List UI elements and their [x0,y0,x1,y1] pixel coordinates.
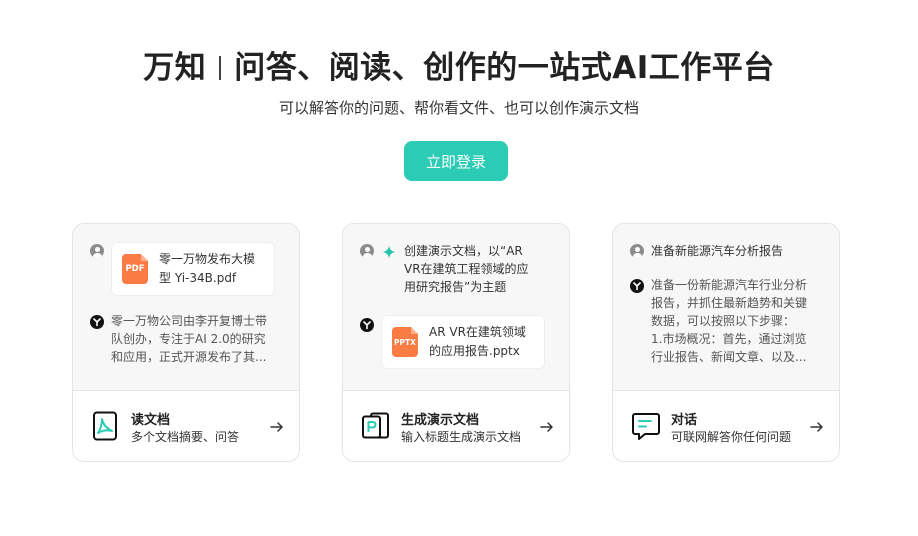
card-description: 输入标题生成演示文档 [401,430,522,444]
file-name-line2: 型 Yi-34B.pdf [159,271,237,285]
card-footer: 对话 可联网解答你任何问题 [613,390,839,461]
assistant-reply-line4: 1.市场概况：首先，通过浏览 [651,332,807,346]
card-description: 多个文档摘要、问答 [131,430,240,444]
chat-icon [632,413,660,440]
assistant-logo-icon [90,315,104,329]
user-avatar-icon [90,244,104,258]
user-avatar-icon [630,244,644,258]
card-footer: 读文档 多个文档摘要、问答 [73,390,299,461]
login-button[interactable]: 立即登录 [404,141,508,181]
card-title: 对话 [671,413,698,428]
assistant-reply-line3: 和应用，正式开源发布了其... [111,350,267,364]
arrow-right-icon[interactable] [269,419,285,435]
assistant-reply-line1: 准备一份新能源汽车行业分析 [651,278,808,292]
card-preview: 准备新能源汽车分析报告 准备一份新能源汽车行业分析 报告，并抓住最新趋势和关键 … [613,224,839,390]
file-name-line1: AR VR在建筑领域 [429,325,526,339]
page-title: 万知 问答、阅读、创作的一站式AI工作平台 [0,42,918,87]
brand-name: 万知 [143,50,207,86]
title-divider [219,56,222,80]
card-description: 可联网解答你任何问题 [671,430,792,444]
user-prompt: 准备新能源汽车分析报告 [651,244,784,258]
file-name-line2: 的应用报告.pptx [429,344,520,358]
feature-card-read-document[interactable]: PDF 零一万物发布大模 型 Yi-34B.pdf 零一万物公司由李开复博士带 … [72,223,300,462]
card-preview: PDF 零一万物发布大模 型 Yi-34B.pdf 零一万物公司由李开复博士带 … [73,224,299,390]
file-name-line1: 零一万物发布大模 [159,252,256,266]
assistant-reply-line5: 行业报告、新闻文章、以及... [651,350,807,364]
arrow-right-icon[interactable] [539,419,555,435]
pdf-document-icon [93,411,117,441]
presentation-icon [362,412,389,439]
assistant-logo-icon [360,318,374,332]
assistant-logo-icon [630,279,644,293]
arrow-right-icon[interactable] [809,419,825,435]
tagline: 问答、阅读、创作的一站式AI工作平台 [234,50,775,86]
card-title: 读文档 [131,413,171,428]
user-avatar-icon [360,244,374,258]
assistant-reply-line2: 报告，并抓住最新趋势和关键 [651,296,808,310]
file-attachment: PPTX AR VR在建筑领域 的应用报告.pptx [381,315,545,369]
pdf-file-icon: PDF [122,254,148,284]
feature-card-chat[interactable]: 准备新能源汽车分析报告 准备一份新能源汽车行业分析 报告，并抓住最新趋势和关键 … [612,223,840,462]
file-attachment: PDF 零一万物发布大模 型 Yi-34B.pdf [111,242,275,296]
page-subtitle: 可以解答你的问题、帮你看文件、也可以创作演示文档 [278,99,639,117]
prompt-line2: VR在建筑工程领域的应 [404,262,529,276]
prompt-line1: 创建演示文档，以“AR [404,244,523,258]
sparkle-icon [382,245,396,259]
assistant-reply-line3: 数据，可以按照以下步骤： [651,314,796,328]
pptx-file-icon: PPTX [392,327,418,357]
card-preview: 创建演示文档，以“AR VR在建筑工程领域的应 用研究报告”为主题 PPTX A… [343,224,569,390]
assistant-reply-line2: 队创办，专注于AI 2.0的研究 [111,332,266,346]
card-title: 生成演示文档 [401,413,480,428]
card-footer: 生成演示文档 输入标题生成演示文档 [343,390,569,461]
feature-card-generate-presentation[interactable]: 创建演示文档，以“AR VR在建筑工程领域的应 用研究报告”为主题 PPTX A… [342,223,570,462]
prompt-line3: 用研究报告”为主题 [404,280,507,294]
assistant-reply-line1: 零一万物公司由李开复博士带 [111,314,268,328]
